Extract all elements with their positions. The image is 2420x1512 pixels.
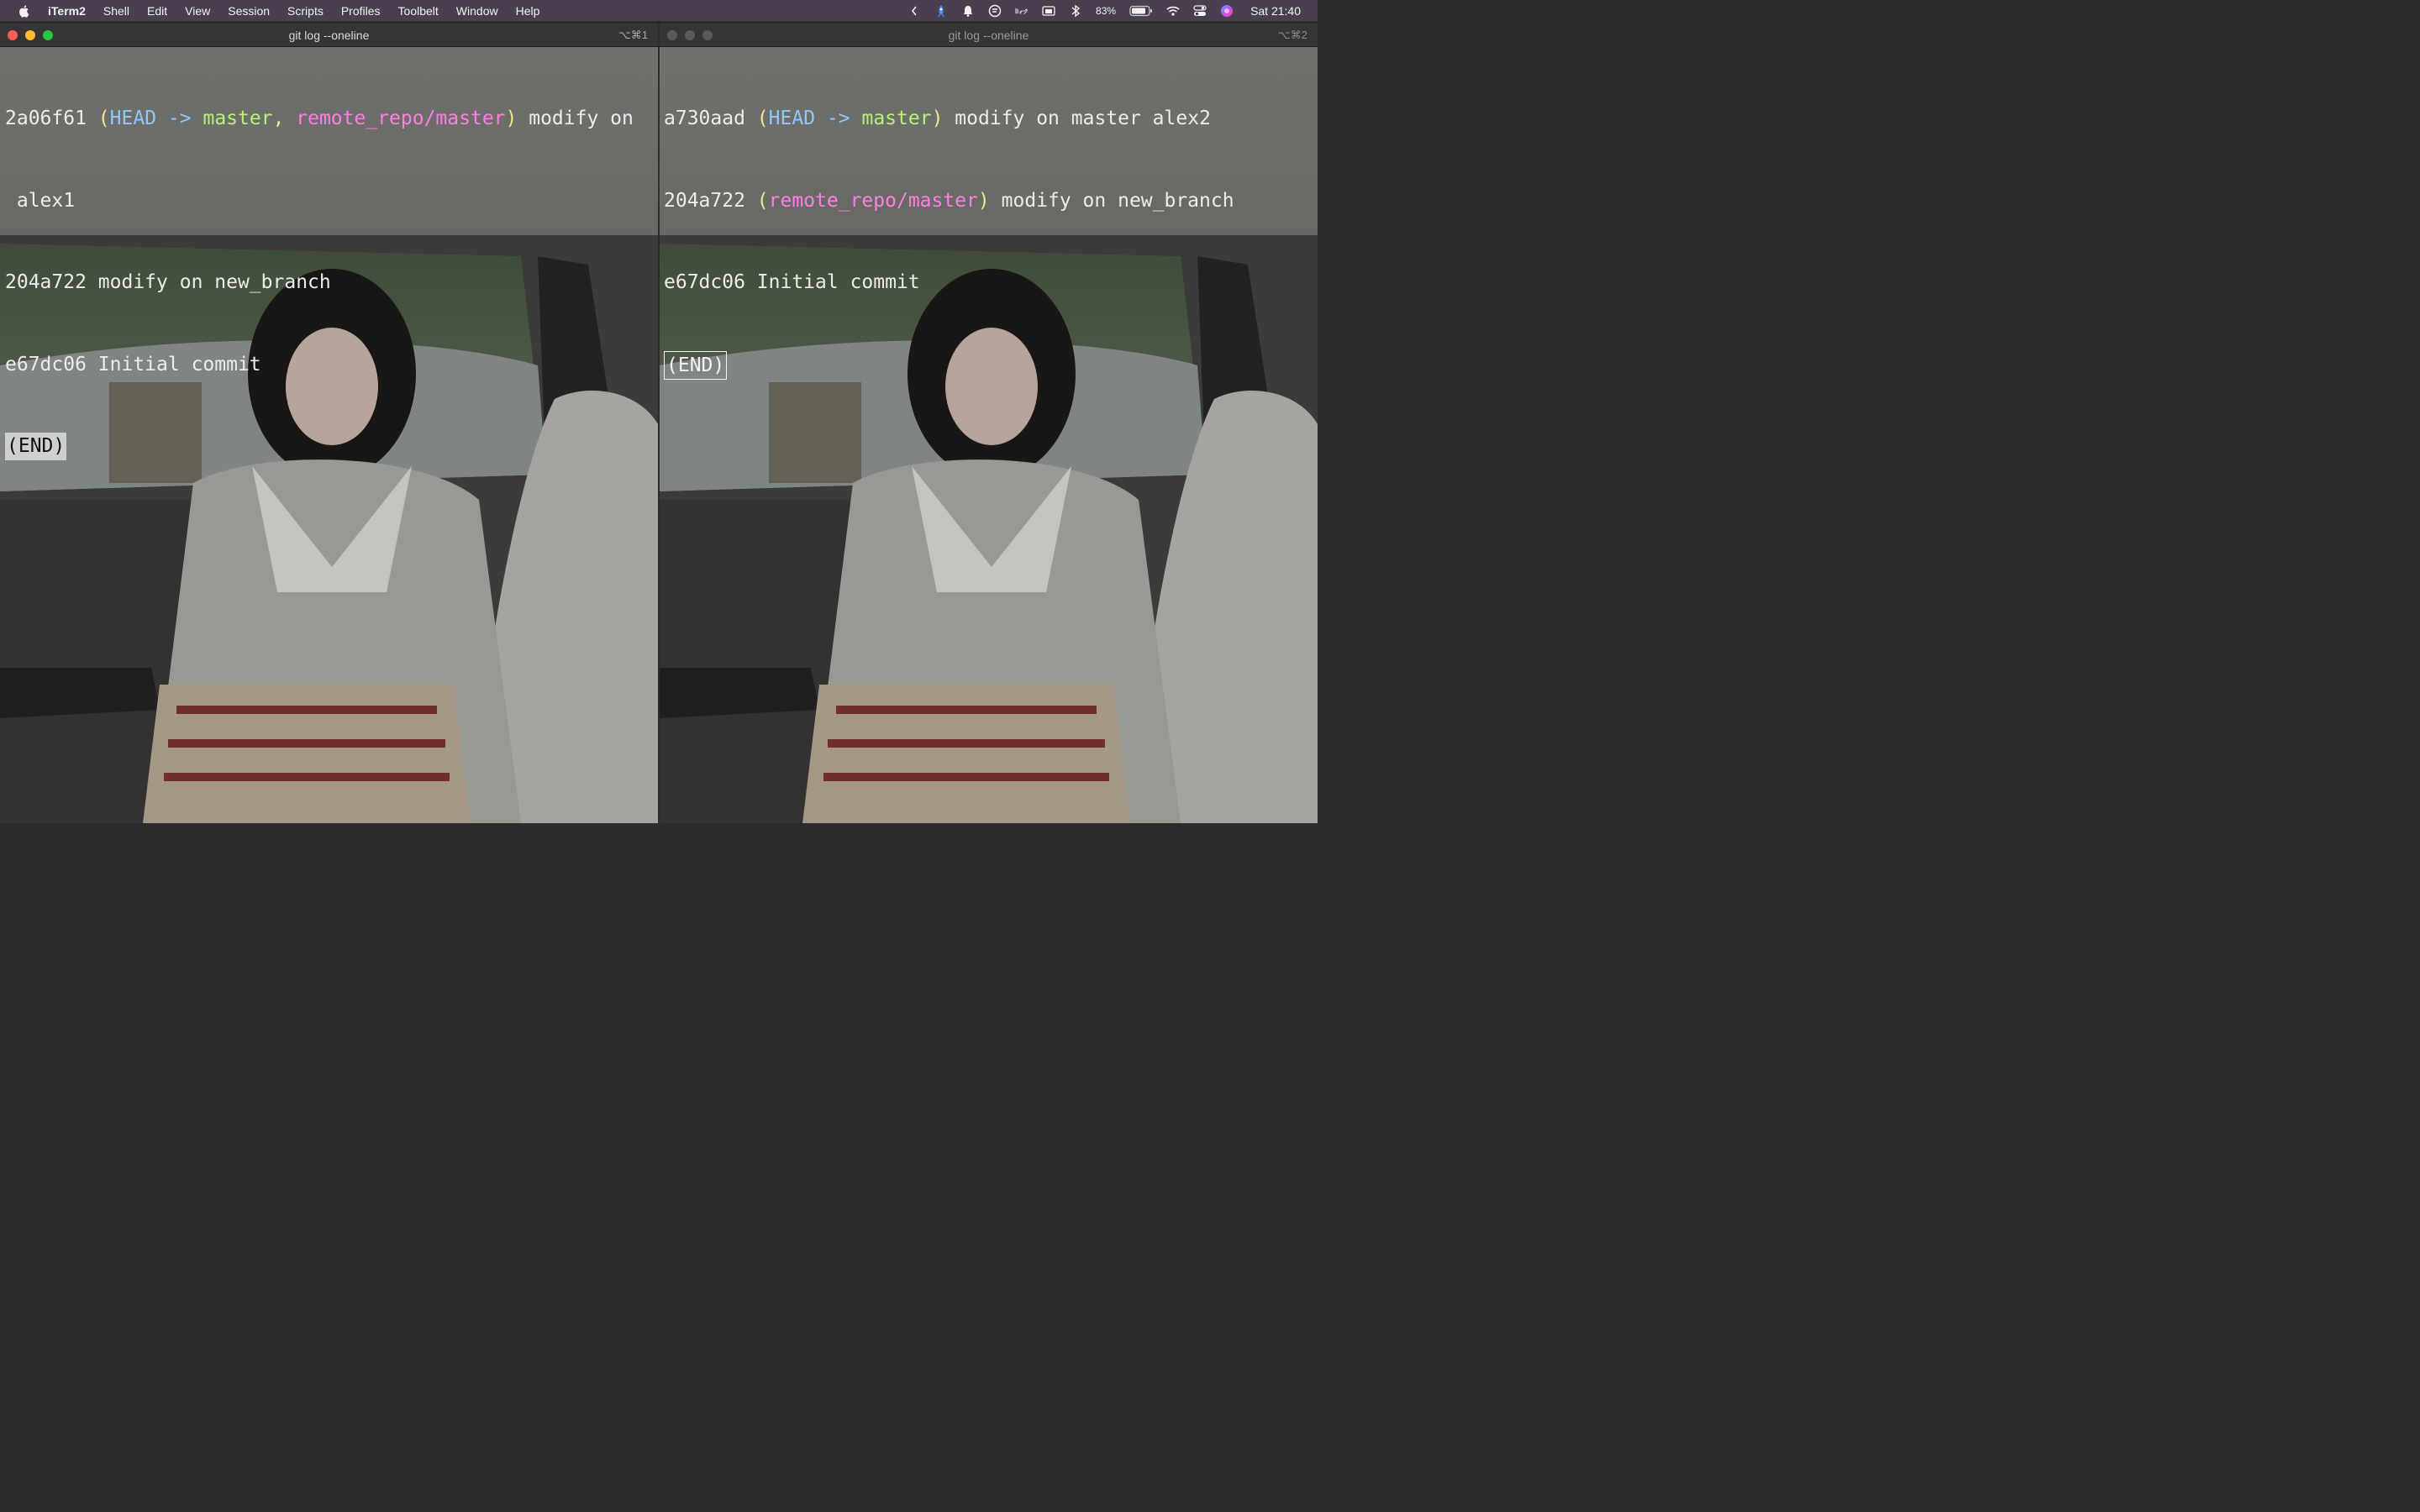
remote-ref: remote_repo/master bbox=[296, 108, 506, 129]
control-center-icon[interactable] bbox=[1193, 4, 1207, 18]
commit-hash: e67dc06 bbox=[664, 271, 745, 293]
zoom-button[interactable] bbox=[43, 30, 53, 40]
window-title: git log --oneline bbox=[288, 28, 370, 42]
pager-end-marker: (END) bbox=[664, 350, 728, 380]
commit-message: modify on new_branch bbox=[97, 271, 331, 293]
menu-shell[interactable]: Shell bbox=[103, 4, 129, 18]
menu-bar: iTerm2 Shell Edit View Session Scripts P… bbox=[0, 0, 1318, 21]
log-line: 204a722 modify on new_branch bbox=[5, 269, 651, 297]
window-title: git log --oneline bbox=[948, 28, 1029, 42]
pager-end-line: (END) bbox=[664, 350, 1311, 380]
menu-session[interactable]: Session bbox=[228, 4, 270, 18]
grammar-icon[interactable] bbox=[988, 4, 1002, 18]
menu-scripts[interactable]: Scripts bbox=[287, 4, 324, 18]
commit-message: modify on master alex2 bbox=[955, 108, 1211, 129]
battery-percent: 83% bbox=[1096, 4, 1117, 17]
window-titlebar[interactable]: git log --oneline ⌥⌘2 bbox=[660, 24, 1318, 47]
minimize-button[interactable] bbox=[685, 30, 695, 40]
branch-ref: master bbox=[861, 108, 932, 129]
terminal-output[interactable]: a730aad (HEAD -> master) modify on maste… bbox=[664, 50, 1311, 433]
ref-arrow: -> bbox=[167, 108, 192, 129]
commit-hash: 2a06f61 bbox=[5, 108, 87, 129]
minimize-button[interactable] bbox=[25, 30, 35, 40]
remote-ref: remote_repo/master bbox=[768, 189, 978, 212]
commit-message: modify on bbox=[529, 108, 634, 129]
window-controls bbox=[667, 30, 713, 40]
close-button[interactable] bbox=[667, 30, 677, 40]
log-line: e67dc06 Initial commit bbox=[5, 351, 651, 379]
commit-hash: 204a722 bbox=[5, 271, 87, 293]
menu-window[interactable]: Window bbox=[456, 4, 498, 18]
app-menu-iterm2[interactable]: iTerm2 bbox=[48, 4, 86, 18]
log-line: 204a722 (remote_repo/master) modify on n… bbox=[664, 189, 1234, 212]
status-area: 83% Sat 21:40 bbox=[908, 0, 1301, 21]
window-titlebar[interactable]: git log --oneline ⌥⌘1 bbox=[0, 24, 658, 47]
commit-hash: a730aad bbox=[664, 108, 745, 129]
commit-hash: 204a722 bbox=[664, 189, 745, 212]
branch-ref: master bbox=[203, 108, 273, 129]
menu-edit[interactable]: Edit bbox=[147, 4, 167, 18]
menu-view[interactable]: View bbox=[185, 4, 210, 18]
rocket-icon[interactable] bbox=[934, 4, 948, 18]
log-line-wrap: alex1 bbox=[5, 187, 651, 215]
battery-icon[interactable] bbox=[1129, 4, 1153, 18]
menu-help[interactable]: Help bbox=[516, 4, 540, 18]
pager-end-marker: (END) bbox=[5, 433, 67, 460]
terminal-window-1[interactable]: git log --oneline ⌥⌘1 2a06f61 (HEAD -> m… bbox=[0, 24, 658, 823]
screen-mirror-icon[interactable] bbox=[1042, 4, 1055, 18]
menu-profiles[interactable]: Profiles bbox=[341, 4, 381, 18]
zoom-button[interactable] bbox=[702, 30, 713, 40]
chevron-left-icon[interactable] bbox=[908, 4, 921, 18]
bluetooth-icon[interactable] bbox=[1069, 4, 1082, 18]
log-line: e67dc06 Initial commit bbox=[664, 269, 1311, 297]
menu-toolbelt[interactable]: Toolbelt bbox=[398, 4, 439, 18]
commit-message: modify on new_branch bbox=[1001, 189, 1234, 212]
commit-hash: e67dc06 bbox=[5, 353, 87, 375]
commit-message: Initial commit bbox=[756, 271, 920, 293]
window-controls bbox=[8, 30, 53, 40]
window-shortcut: ⌥⌘2 bbox=[1277, 29, 1307, 41]
menu-clock[interactable]: Sat 21:40 bbox=[1250, 4, 1301, 18]
close-button[interactable] bbox=[8, 30, 18, 40]
head-ref: HEAD bbox=[109, 108, 157, 129]
head-ref: HEAD bbox=[768, 108, 816, 129]
runcat-icon[interactable] bbox=[1015, 4, 1028, 18]
ref-arrow: -> bbox=[826, 108, 850, 129]
commit-message: Initial commit bbox=[97, 353, 261, 375]
pager-end-line: (END) bbox=[5, 433, 651, 460]
window-shortcut: ⌥⌘1 bbox=[618, 29, 648, 41]
wifi-icon[interactable] bbox=[1166, 4, 1180, 18]
bell-icon[interactable] bbox=[961, 4, 975, 18]
log-line: a730aad (HEAD -> master) modify on maste… bbox=[664, 108, 1211, 129]
terminal-window-2[interactable]: git log --oneline ⌥⌘2 a730aad (HEAD -> m… bbox=[660, 24, 1318, 823]
log-line: 2a06f61 (HEAD -> master, remote_repo/mas… bbox=[5, 108, 634, 129]
apple-menu-icon[interactable] bbox=[18, 4, 31, 18]
siri-icon[interactable] bbox=[1220, 4, 1234, 18]
terminal-output[interactable]: 2a06f61 (HEAD -> master, remote_repo/mas… bbox=[5, 50, 651, 515]
commit-message-wrap: alex1 bbox=[16, 189, 76, 212]
